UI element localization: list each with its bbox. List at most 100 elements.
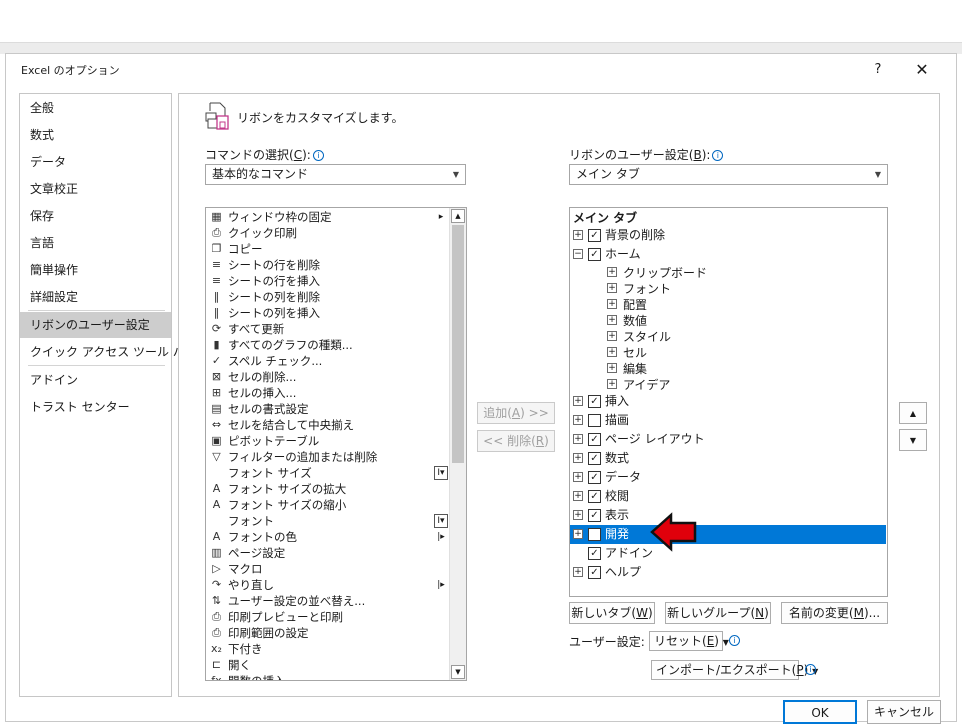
command-item[interactable]: ▷ マクロ xyxy=(206,561,450,577)
nav-item[interactable]: クイック アクセス ツール バー xyxy=(20,339,197,365)
command-item[interactable]: ⊞ セルの挿入... xyxy=(206,385,450,401)
ribbon-tree-item[interactable]: + 数値 xyxy=(570,312,886,328)
ribbon-tree-item[interactable]: + アイデア xyxy=(570,376,886,392)
expand-icon[interactable]: + xyxy=(573,510,583,520)
tab-checkbox[interactable]: ✓ xyxy=(588,547,601,560)
command-item[interactable]: ⊏ 開く xyxy=(206,657,450,673)
scroll-up-arrow-icon[interactable]: ▲ xyxy=(451,209,465,223)
move-up-button[interactable]: ▲ xyxy=(899,402,927,424)
ribbon-tree-item[interactable]: + ✓ データ xyxy=(570,468,886,487)
command-item[interactable]: ‖ シートの列を挿入 xyxy=(206,305,450,321)
reset-dropdown[interactable]: リセット(E) ▼ xyxy=(649,631,729,651)
remove-button[interactable]: << 削除(R) xyxy=(477,430,555,452)
command-item[interactable]: A フォント サイズの縮小 xyxy=(206,497,450,513)
command-item[interactable]: x₂ 下付き xyxy=(206,641,450,657)
ribbon-tree-item[interactable]: + 開発 xyxy=(570,525,886,544)
rename-button[interactable]: 名前の変更(M)... xyxy=(781,602,888,624)
tab-checkbox[interactable]: ✓ xyxy=(588,509,601,522)
expand-icon[interactable]: + xyxy=(607,299,617,309)
command-item[interactable]: ▽ フィルターの追加または削除 xyxy=(206,449,450,465)
ribbon-tree-item[interactable]: + ✓ ヘルプ xyxy=(570,563,886,582)
ribbon-tabs-tree[interactable]: メイン タブ + ✓ 背景の削除 − ✓ ホーム + クリップボード + フォント + 配置 + 数値 + ス… xyxy=(569,207,888,597)
command-item[interactable]: ≡ シートの行を削除 xyxy=(206,257,450,273)
ribbon-tree-item[interactable]: + 描画 xyxy=(570,411,886,430)
ribbon-tree-item[interactable]: + セル xyxy=(570,344,886,360)
command-item[interactable]: A フォント サイズの拡大 xyxy=(206,481,450,497)
reset-info-icon[interactable]: i xyxy=(729,635,740,646)
tab-checkbox[interactable]: ✓ xyxy=(588,566,601,579)
move-down-button[interactable]: ▼ xyxy=(899,429,927,451)
ribbon-tree-item[interactable]: + 編集 xyxy=(570,360,886,376)
command-item[interactable]: ⇔ セルを結合して中央揃え xyxy=(206,417,450,433)
nav-item[interactable]: データ xyxy=(20,149,171,175)
nav-item[interactable]: 言語 xyxy=(20,230,171,256)
nav-item[interactable]: 全般 xyxy=(20,95,171,121)
nav-item[interactable]: 詳細設定 xyxy=(20,284,171,310)
expand-icon[interactable]: + xyxy=(607,363,617,373)
scroll-down-arrow-icon[interactable]: ▼ xyxy=(451,665,465,679)
command-item[interactable]: ⇅ ユーザー設定の並べ替え... xyxy=(206,593,450,609)
ribbon-tree-item[interactable]: + ✓ 表示 xyxy=(570,506,886,525)
command-item[interactable]: ▦ ウィンドウ枠の固定 ▸ xyxy=(206,209,450,225)
add-button[interactable]: 追加(A) >> xyxy=(477,402,555,424)
expand-icon[interactable]: + xyxy=(573,415,583,425)
expand-icon[interactable]: + xyxy=(573,472,583,482)
expand-icon[interactable]: + xyxy=(573,434,583,444)
close-button[interactable]: ✕ xyxy=(909,58,935,80)
collapse-icon[interactable]: − xyxy=(573,249,583,259)
tab-checkbox[interactable]: ✓ xyxy=(588,229,601,242)
import-export-info-icon[interactable]: i xyxy=(805,664,816,675)
command-item[interactable]: ↷ やり直し |▸ xyxy=(206,577,450,593)
command-item[interactable]: ≡ シートの行を挿入 xyxy=(206,273,450,289)
tab-checkbox[interactable]: ✓ xyxy=(588,452,601,465)
ok-button[interactable]: OK xyxy=(783,700,857,724)
expand-icon[interactable]: + xyxy=(607,379,617,389)
nav-item[interactable]: 数式 xyxy=(20,122,171,148)
ribbon-tree-item[interactable]: + ✓ 背景の削除 xyxy=(570,226,886,245)
nav-item[interactable]: 簡単操作 xyxy=(20,257,171,283)
nav-item[interactable]: 文章校正 xyxy=(20,176,171,202)
nav-item[interactable]: トラスト センター xyxy=(20,394,171,420)
commands-scrollbar[interactable]: ▲ ▼ xyxy=(449,208,466,680)
ribbon-tree-item[interactable]: − ✓ ホーム xyxy=(570,245,886,264)
help-button[interactable]: ? xyxy=(868,58,888,80)
command-item[interactable]: ❐ コピー xyxy=(206,241,450,257)
command-item[interactable]: ▥ ページ設定 xyxy=(206,545,450,561)
tab-checkbox[interactable]: ✓ xyxy=(588,395,601,408)
nav-item[interactable]: アドイン xyxy=(20,367,171,393)
expand-icon[interactable]: + xyxy=(573,453,583,463)
tab-checkbox[interactable]: ✓ xyxy=(588,490,601,503)
command-item[interactable]: ▮ すべてのグラフの種類... xyxy=(206,337,450,353)
command-item[interactable]: フォント I▾ xyxy=(206,513,450,529)
ribbon-tree-item[interactable]: + スタイル xyxy=(570,328,886,344)
ribbon-tree-item[interactable]: + ✓ ページ レイアウト xyxy=(570,430,886,449)
command-item[interactable]: A フォントの色 |▸ xyxy=(206,529,450,545)
nav-item[interactable]: 保存 xyxy=(20,203,171,229)
new-group-button[interactable]: 新しいグループ(N) xyxy=(665,602,771,624)
command-item[interactable]: ✓ スペル チェック... xyxy=(206,353,450,369)
tab-checkbox[interactable]: ✓ xyxy=(588,471,601,484)
new-tab-button[interactable]: 新しいタブ(W) xyxy=(569,602,655,624)
expand-icon[interactable]: + xyxy=(607,315,617,325)
ribbon-tree-item[interactable]: + フォント xyxy=(570,280,886,296)
tab-checkbox[interactable]: ✓ xyxy=(588,248,601,261)
command-item[interactable]: ‖ シートの列を削除 xyxy=(206,289,450,305)
command-item[interactable]: フォント サイズ I▾ xyxy=(206,465,450,481)
expand-icon[interactable]: + xyxy=(607,267,617,277)
tab-checkbox[interactable]: ✓ xyxy=(588,433,601,446)
expand-icon[interactable]: + xyxy=(573,396,583,406)
command-item[interactable]: ⎙ 印刷プレビューと印刷 xyxy=(206,609,450,625)
ribbon-tree-item[interactable]: + ✓ 挿入 xyxy=(570,392,886,411)
command-item[interactable]: ⎙ 印刷範囲の設定 xyxy=(206,625,450,641)
info-icon[interactable]: i xyxy=(312,150,324,161)
cancel-button[interactable]: キャンセル xyxy=(867,700,941,724)
ribbon-tree-item[interactable]: ✓ アドイン xyxy=(570,544,886,563)
nav-item[interactable]: リボンのユーザー設定 xyxy=(20,312,171,338)
expand-icon[interactable]: + xyxy=(573,567,583,577)
command-item[interactable]: ▣ ピボットテーブル xyxy=(206,433,450,449)
tab-checkbox[interactable] xyxy=(588,414,601,427)
customize-ribbon-dropdown[interactable]: メイン タブ ▼ xyxy=(569,164,888,185)
tab-checkbox[interactable] xyxy=(588,528,601,541)
choose-commands-dropdown[interactable]: 基本的なコマンド ▼ xyxy=(205,164,466,185)
expand-icon[interactable]: + xyxy=(607,331,617,341)
